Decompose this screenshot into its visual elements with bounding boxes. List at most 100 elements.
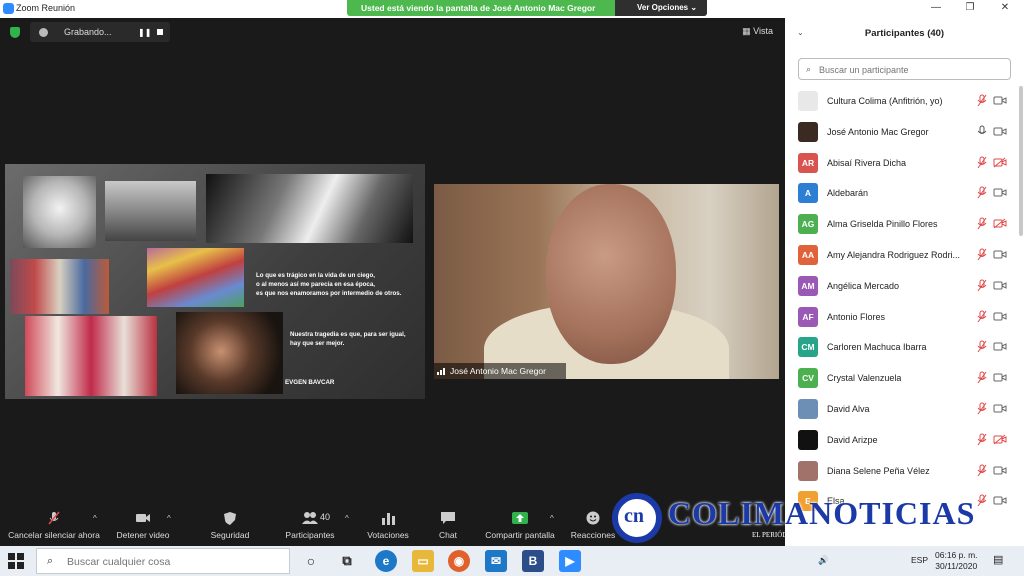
cortana-icon[interactable]: ○	[300, 550, 322, 572]
colimanoticias-logo: cn	[612, 493, 662, 543]
participant-row[interactable]: Diana Selene Peña Vélez	[785, 456, 1024, 487]
video-camera-icon[interactable]	[993, 495, 1007, 506]
participants-button[interactable]: Participantes	[280, 506, 340, 546]
close-button[interactable]: ✕	[995, 2, 1015, 13]
participant-row[interactable]: David Arizpe	[785, 425, 1024, 456]
participant-name: Aldebarán	[827, 188, 869, 199]
muted-mic-icon[interactable]	[977, 186, 987, 199]
muted-mic-icon[interactable]	[977, 371, 987, 384]
video-name-bar: José Antonio Mac Gregor	[434, 363, 566, 379]
language-indicator[interactable]: ESP	[911, 555, 928, 565]
polls-button[interactable]: Votaciones	[362, 506, 414, 546]
participant-avatar: AR	[798, 152, 818, 173]
participant-row[interactable]: CV Crystal Valenzuela	[785, 363, 1024, 394]
video-camera-icon[interactable]	[993, 280, 1007, 291]
share-options-caret[interactable]: ^	[550, 514, 554, 523]
photo-indigenous-people	[25, 316, 157, 396]
participant-search-input[interactable]	[819, 62, 1004, 77]
search-icon: ⌕	[806, 64, 812, 74]
participant-avatar: AF	[798, 306, 818, 327]
photo-protest-flags	[147, 248, 244, 307]
video-camera-icon[interactable]	[993, 249, 1007, 260]
taskbar-search-input[interactable]	[67, 554, 277, 569]
participant-row[interactable]: AG Alma Griselda Pinillo Flores	[785, 209, 1024, 240]
participant-avatar	[798, 121, 818, 142]
muted-mic-icon[interactable]	[977, 310, 987, 323]
participants-options-caret[interactable]: ^	[345, 514, 349, 523]
participant-row[interactable]: AR Abisaí Rivera Dicha	[785, 148, 1024, 179]
stop-video-button[interactable]: Detener video	[112, 506, 174, 546]
participant-avatar: AM	[798, 275, 818, 296]
participants-icon	[302, 512, 318, 524]
video-off-icon[interactable]	[993, 157, 1007, 168]
video-camera-icon[interactable]	[993, 95, 1007, 106]
participant-name: Diana Selene Peña Vélez	[827, 465, 930, 476]
mic-icon[interactable]	[977, 125, 987, 138]
video-camera-icon[interactable]	[993, 372, 1007, 383]
window-title: Zoom Reunión	[16, 3, 76, 13]
video-camera-icon[interactable]	[993, 341, 1007, 352]
video-off-icon[interactable]	[993, 218, 1007, 229]
stop-recording-button[interactable]	[157, 29, 163, 35]
participant-search-box[interactable]: ⌕	[798, 58, 1011, 80]
record-dot-icon	[39, 28, 48, 37]
share-banner-text: Usted está viendo la pantalla de José An…	[361, 3, 596, 13]
participant-row[interactable]: A Aldebarán	[785, 178, 1024, 209]
firefox-icon[interactable]: ◉	[448, 550, 470, 572]
audio-options-caret[interactable]: ^	[93, 514, 97, 523]
taskbar-clock[interactable]: 06:16 p. m. 30/11/2020	[935, 550, 978, 572]
participant-row[interactable]: Cultura Colima (Anfitrión, yo)	[785, 86, 1024, 117]
video-off-icon[interactable]	[993, 434, 1007, 445]
zoom-window: Zoom Reunión Usted está viendo la pantal…	[0, 0, 1024, 576]
mail-icon[interactable]: ✉	[485, 550, 507, 572]
participant-avatar	[798, 398, 818, 419]
participant-row[interactable]: AF Antonio Flores	[785, 302, 1024, 333]
muted-mic-icon[interactable]	[977, 217, 987, 230]
windows-start-icon[interactable]	[8, 553, 24, 569]
participant-row[interactable]: AM Angélica Mercado	[785, 271, 1024, 302]
encryption-shield-icon[interactable]	[10, 27, 20, 38]
video-camera-icon[interactable]	[993, 126, 1007, 137]
participant-list-scrollbar[interactable]	[1019, 86, 1023, 236]
video-options-caret[interactable]: ^	[167, 514, 171, 523]
participant-row[interactable]: David Alva	[785, 394, 1024, 425]
video-camera-icon[interactable]	[993, 187, 1007, 198]
zoom-taskbar-icon[interactable]: ▶	[559, 550, 581, 572]
muted-mic-icon[interactable]	[977, 340, 987, 353]
mute-button[interactable]: Cancelar silenciar ahora	[4, 506, 104, 546]
edge-browser-icon[interactable]: e	[375, 550, 397, 572]
video-camera-icon[interactable]	[993, 311, 1007, 322]
participant-row[interactable]: AA Amy Alejandra Rodriguez Rodri...	[785, 240, 1024, 271]
video-camera-icon[interactable]	[993, 403, 1007, 414]
muted-mic-icon[interactable]	[977, 94, 987, 107]
app-b-icon[interactable]: B	[522, 550, 544, 572]
minimize-button[interactable]: —	[926, 2, 946, 13]
muted-mic-icon[interactable]	[977, 433, 987, 446]
security-button[interactable]: Seguridad	[205, 506, 255, 546]
notifications-icon[interactable]: ▤	[993, 553, 1003, 566]
participant-row[interactable]: CM Carloren Machuca Ibarra	[785, 332, 1024, 363]
participant-video-tile[interactable]: José Antonio Mac Gregor	[434, 184, 779, 379]
reactions-button[interactable]: Reacciones	[568, 506, 618, 546]
muted-mic-icon[interactable]	[977, 494, 987, 507]
view-options-button[interactable]: Ver Opciones ⌄	[615, 0, 707, 16]
zoom-logo-icon	[3, 3, 14, 14]
recording-indicator: Grabando... ❚❚	[30, 22, 170, 42]
volume-icon[interactable]: 🔊	[818, 555, 829, 566]
muted-mic-icon[interactable]	[977, 464, 987, 477]
task-view-icon[interactable]: ⧉	[336, 550, 358, 572]
muted-mic-icon[interactable]	[977, 156, 987, 169]
share-screen-button[interactable]: Compartir pantalla	[480, 506, 560, 546]
video-camera-icon[interactable]	[993, 465, 1007, 476]
view-button[interactable]: ▦ Vista	[742, 26, 773, 37]
taskbar-search-box[interactable]: ⌕	[36, 548, 290, 574]
chat-button[interactable]: Chat	[430, 506, 466, 546]
muted-mic-icon[interactable]	[977, 248, 987, 261]
pause-recording-button[interactable]: ❚❚	[138, 28, 151, 37]
participant-row[interactable]: José Antonio Mac Gregor	[785, 117, 1024, 148]
muted-mic-icon[interactable]	[977, 402, 987, 415]
reactions-smiley-icon	[586, 511, 600, 525]
restore-button[interactable]: ❐	[960, 2, 980, 13]
muted-mic-icon[interactable]	[977, 279, 987, 292]
file-explorer-icon[interactable]: ▭	[412, 550, 434, 572]
